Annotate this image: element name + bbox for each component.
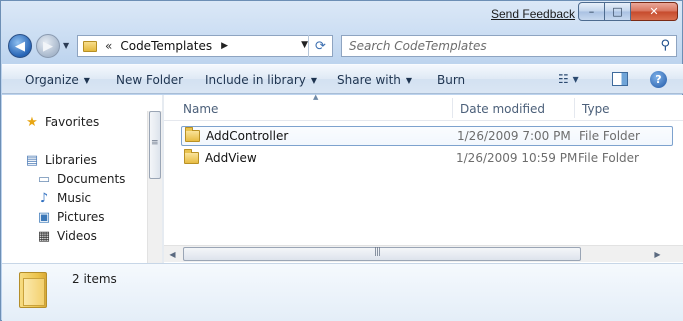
search-icon[interactable]: ⚲ xyxy=(660,38,670,53)
back-button[interactable]: ◀ xyxy=(8,34,32,58)
sort-ascending-icon: ▲ xyxy=(313,93,319,101)
address-history-dropdown[interactable]: ▼ xyxy=(301,40,308,50)
search-placeholder: Search CodeTemplates xyxy=(349,39,487,53)
scroll-right-icon[interactable]: ▶ xyxy=(649,246,666,262)
folder-icon xyxy=(19,272,47,308)
address-bar[interactable]: « CodeTemplates ▶ ▼ ⟳ xyxy=(77,35,333,57)
minimize-button[interactable]: – xyxy=(578,2,605,21)
libraries-icon: ▤ xyxy=(25,152,39,168)
star-icon: ★ xyxy=(26,114,38,130)
type-cell: File Folder xyxy=(578,151,639,165)
caption-buttons: – □ ✕ xyxy=(578,2,678,21)
address-overflow-chevron[interactable]: « xyxy=(105,39,112,53)
refresh-icon[interactable]: ⟳ xyxy=(308,35,332,57)
send-feedback-link[interactable]: Send Feedback xyxy=(491,7,575,21)
column-header-name[interactable]: Name xyxy=(183,102,218,116)
burn-button[interactable]: Burn xyxy=(437,73,465,87)
nav-item-videos[interactable]: ▦ Videos xyxy=(36,228,97,244)
file-name-cell: AddView xyxy=(184,149,257,165)
address-segment-chevron[interactable]: ▶ xyxy=(221,41,228,51)
navigation-scrollbar[interactable] xyxy=(147,111,162,263)
back-arrow-icon: ◀ xyxy=(15,38,25,54)
title-bar: Send Feedback – □ ✕ xyxy=(1,1,682,29)
column-divider[interactable] xyxy=(452,98,453,118)
nav-item-pictures[interactable]: ▣ Pictures xyxy=(36,209,105,225)
recent-pages-dropdown[interactable]: ▼ xyxy=(63,41,69,50)
nav-item-favorites[interactable]: ★ Favorites xyxy=(24,114,99,130)
organize-button[interactable]: Organize ▼ xyxy=(25,73,90,87)
nav-item-label: Pictures xyxy=(57,210,105,224)
navigation-pane: ★ Favorites ▤ Libraries ▭ Documents ♪ Mu… xyxy=(2,95,147,263)
chevron-down-icon: ▼ xyxy=(310,76,318,85)
scroll-left-icon[interactable]: ◀ xyxy=(164,246,181,262)
music-icon: ♪ xyxy=(39,190,49,206)
nav-item-libraries[interactable]: ▤ Libraries xyxy=(24,152,97,168)
file-name-cell: AddController xyxy=(185,127,289,143)
column-divider[interactable] xyxy=(574,98,575,118)
include-in-library-button[interactable]: Include in library ▼ xyxy=(205,73,317,87)
nav-item-label: Videos xyxy=(57,229,97,243)
nav-item-label: Documents xyxy=(57,172,126,186)
address-path-segment[interactable]: CodeTemplates xyxy=(120,39,212,53)
type-cell: File Folder xyxy=(579,129,640,143)
column-header-type[interactable]: Type xyxy=(582,102,610,116)
forward-arrow-icon: ▶ xyxy=(43,38,53,54)
scrollbar-thumb[interactable] xyxy=(183,247,581,261)
help-icon[interactable]: ? xyxy=(650,71,667,88)
forward-button[interactable]: ▶ xyxy=(36,34,60,58)
share-with-button[interactable]: Share with ▼ xyxy=(337,73,412,87)
date-modified-cell: 1/26/2009 10:59 PM xyxy=(456,151,578,165)
file-row[interactable]: AddController 1/26/2009 7:00 PM File Fol… xyxy=(181,126,673,146)
preview-pane-icon[interactable] xyxy=(612,72,628,86)
main-region: ★ Favorites ▤ Libraries ▭ Documents ♪ Mu… xyxy=(2,93,683,263)
command-toolbar: Organize ▼ New Folder Include in library ▼… xyxy=(2,64,683,94)
videos-icon: ▦ xyxy=(37,228,51,244)
folder-icon xyxy=(185,127,200,142)
column-header-row: ▲ Name Date modified Type xyxy=(164,93,683,121)
file-row[interactable]: AddView 1/26/2009 10:59 PM File Folder xyxy=(181,148,673,168)
pictures-icon: ▣ xyxy=(37,209,51,225)
search-input[interactable]: Search CodeTemplates ⚲ xyxy=(341,35,677,57)
close-button[interactable]: ✕ xyxy=(631,2,678,21)
date-modified-cell: 1/26/2009 7:00 PM xyxy=(457,129,571,143)
chevron-down-icon: ▼ xyxy=(405,76,413,85)
nav-item-label: Favorites xyxy=(45,115,100,129)
nav-item-music[interactable]: ♪ Music xyxy=(36,190,91,206)
new-folder-button[interactable]: New Folder xyxy=(116,73,183,87)
nav-item-documents[interactable]: ▭ Documents xyxy=(36,171,126,187)
change-view-button[interactable]: ☷ ▾ xyxy=(558,72,579,86)
folder-icon xyxy=(83,40,97,52)
item-count: 2 items xyxy=(72,272,117,286)
folder-icon xyxy=(184,149,199,164)
chevron-down-icon: ▼ xyxy=(83,76,90,85)
scrollbar-thumb[interactable] xyxy=(149,111,161,179)
scrollbar-corner xyxy=(666,246,683,262)
file-name: AddView xyxy=(205,151,257,165)
details-pane: 2 items xyxy=(2,263,683,321)
explorer-window: Send Feedback – □ ✕ ◀ ▶ ▼ « CodeTemplate… xyxy=(0,0,683,321)
horizontal-scrollbar[interactable]: ◀ ▶ xyxy=(164,245,683,262)
documents-icon: ▭ xyxy=(37,171,51,187)
nav-item-label: Music xyxy=(57,191,92,205)
file-list: ▲ Name Date modified Type AddController … xyxy=(164,93,683,263)
maximize-button[interactable]: □ xyxy=(605,2,631,21)
nav-item-label: Libraries xyxy=(45,153,97,167)
file-name: AddController xyxy=(206,129,289,143)
column-header-date[interactable]: Date modified xyxy=(460,102,545,116)
